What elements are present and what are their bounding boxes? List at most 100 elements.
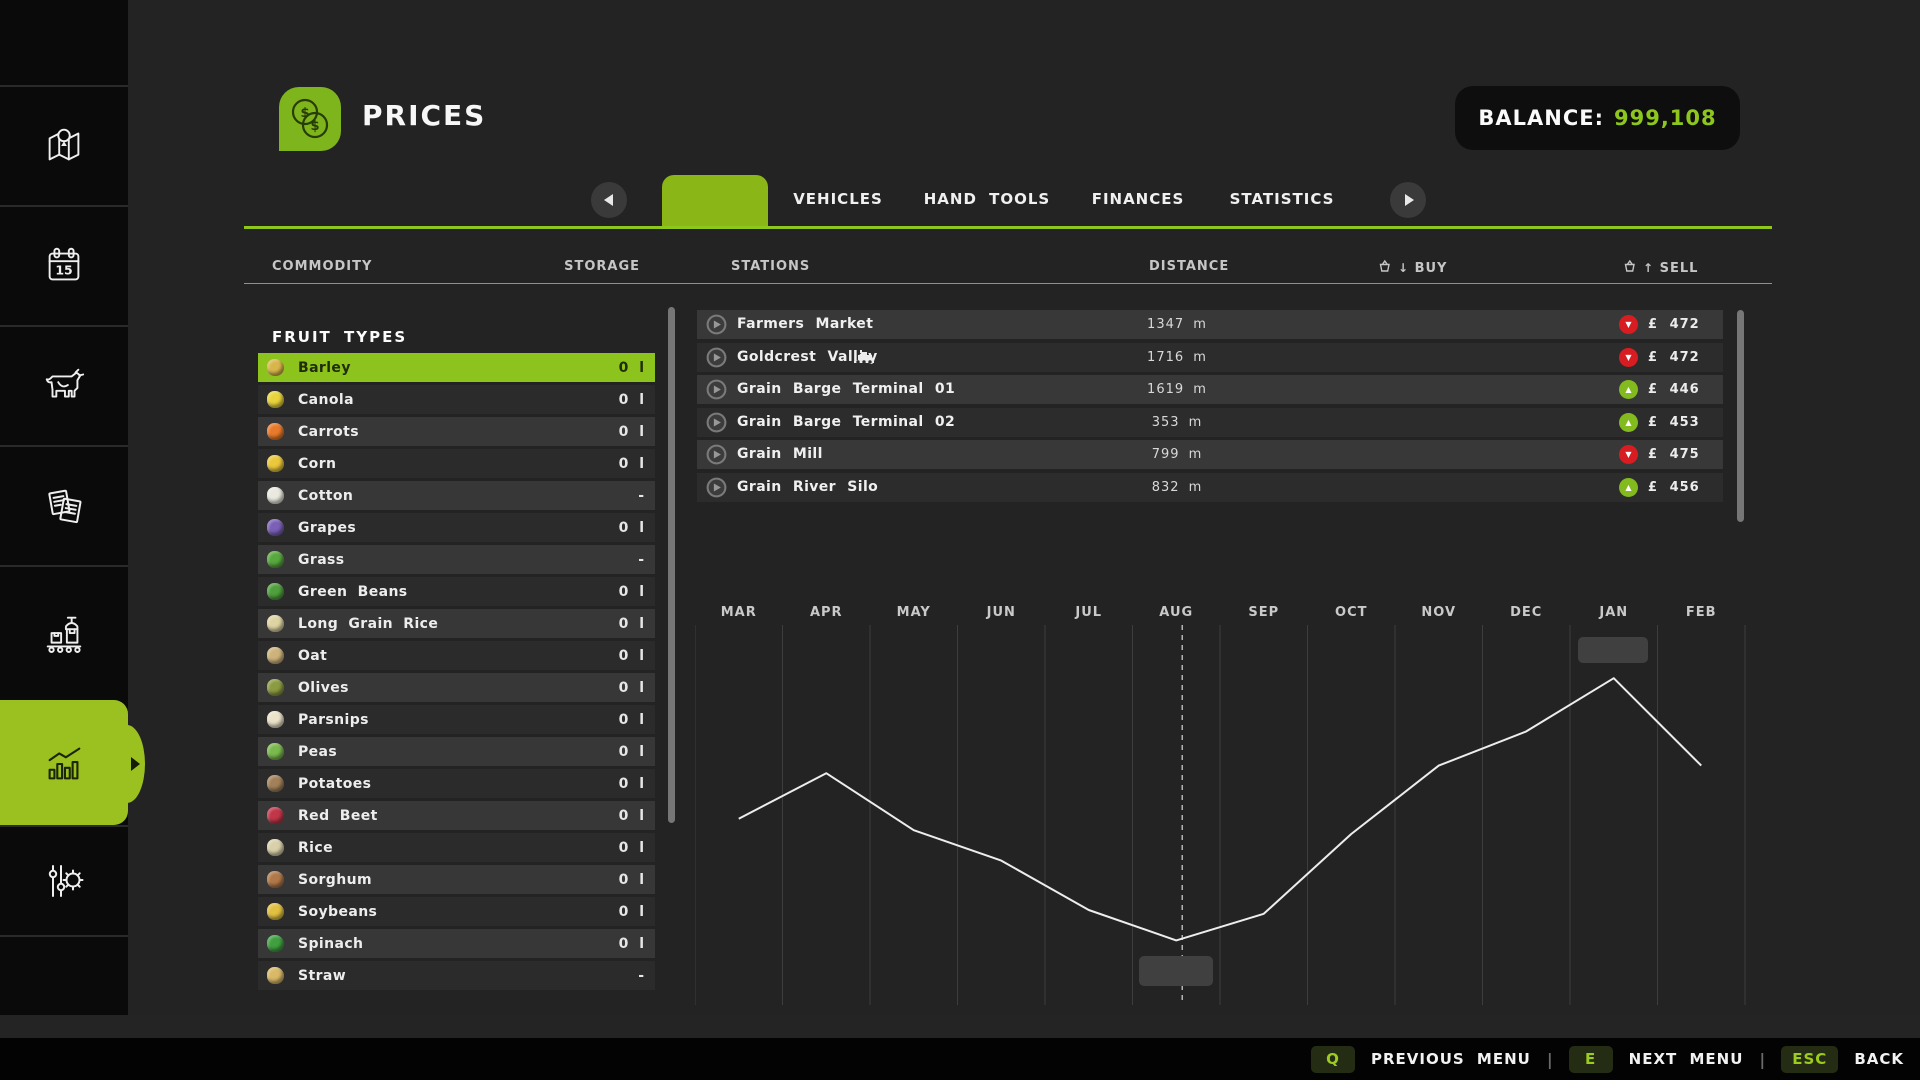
tab-next-button[interactable]	[1390, 182, 1426, 218]
fruit-row-barley[interactable]: Barley 0 l	[258, 353, 655, 382]
month-label: DEC	[1510, 605, 1542, 620]
hotspot-icon[interactable]	[705, 476, 728, 503]
station-distance: 1619 m	[1147, 382, 1207, 397]
hint-separator: |	[1759, 1049, 1766, 1069]
fruit-row-soybeans[interactable]: Soybeans 0 l	[258, 897, 655, 926]
fruit-row-grass[interactable]: Grass -	[258, 545, 655, 574]
hint-previous-menu[interactable]: Q PREVIOUS MENU	[1310, 1045, 1531, 1073]
tab-prices-active[interactable]	[662, 175, 768, 228]
tab-vehicles[interactable]: VEHICLES	[793, 190, 883, 208]
tab-finances[interactable]: FINANCES	[1092, 190, 1185, 208]
station-sell-price: £ 453	[1648, 414, 1700, 430]
fruit-row-grapes[interactable]: Grapes 0 l	[258, 513, 655, 542]
fruit-name: Soybeans	[298, 903, 378, 920]
fruit-icon	[267, 647, 284, 664]
month-label: NOV	[1421, 605, 1456, 620]
fruit-storage-amount: 0 l	[618, 679, 645, 696]
price-trend-down-icon: ▼	[1619, 347, 1638, 367]
fruit-row-green-beans[interactable]: Green Beans 0 l	[258, 577, 655, 606]
sidebar-item-contracts[interactable]	[0, 445, 128, 565]
hotspot-icon[interactable]	[705, 443, 728, 470]
station-row-grain-river-silo[interactable]: Grain River Silo 832 m ▲ £ 456	[697, 472, 1723, 503]
fruit-row-rice[interactable]: Rice 0 l	[258, 833, 655, 862]
buy-arrow-down-icon: ↓	[1398, 261, 1410, 275]
contracts-icon	[40, 482, 88, 530]
production-icon	[40, 611, 88, 657]
footer-strip	[0, 1015, 1920, 1038]
active-item-arrow-icon	[131, 756, 140, 771]
fruit-row-peas[interactable]: Peas 0 l	[258, 737, 655, 766]
fruit-row-spinach[interactable]: Spinach 0 l	[258, 929, 655, 958]
fruit-row-straw[interactable]: Straw -	[258, 961, 655, 990]
station-row-grain-barge-terminal-01[interactable]: Grain Barge Terminal 01 1619 m ▲ £ 446	[697, 375, 1723, 404]
sidebar-item-animals[interactable]	[0, 325, 128, 445]
fruit-row-canola[interactable]: Canola 0 l	[258, 385, 655, 414]
fruit-icon	[267, 871, 284, 888]
fruit-row-cotton[interactable]: Cotton -	[258, 481, 655, 510]
sidebar-item-settings[interactable]	[0, 825, 128, 935]
station-sell-price: £ 472	[1648, 349, 1700, 365]
hotspot-icon[interactable]	[705, 411, 728, 438]
fruit-name: Olives	[298, 679, 349, 696]
fruit-row-long-grain-rice[interactable]: Long Grain Rice 0 l	[258, 609, 655, 638]
hint-label: PREVIOUS MENU	[1370, 1050, 1531, 1068]
fruit-storage-amount: 0 l	[618, 647, 645, 664]
calendar-icon: 15	[41, 243, 87, 289]
fruit-storage-amount: -	[638, 551, 645, 568]
sidebar-item-production[interactable]	[0, 565, 128, 700]
fruit-storage-amount: -	[638, 967, 645, 984]
fruit-name: Grapes	[298, 519, 357, 536]
fruit-name: Carrots	[298, 423, 359, 440]
column-header-stations: STATIONS	[731, 259, 811, 274]
sell-basket-icon	[1624, 259, 1635, 272]
fruit-row-parsnips[interactable]: Parsnips 0 l	[258, 705, 655, 734]
fruit-name: Straw	[298, 967, 347, 984]
station-row-goldcrest-valley[interactable]: Goldcrest Valley 1716 m ▼ £ 472	[697, 342, 1723, 373]
fruit-row-potatoes[interactable]: Potatoes 0 l	[258, 769, 655, 798]
fruit-storage-amount: 0 l	[618, 871, 645, 888]
fruit-row-olives[interactable]: Olives 0 l	[258, 673, 655, 702]
sidebar-spacer	[0, 935, 128, 1015]
tab-statistics[interactable]: STATISTICS	[1230, 190, 1335, 208]
hotspot-icon[interactable]	[705, 378, 728, 405]
fruit-storage-amount: 0 l	[618, 903, 645, 920]
price-trend-down-icon: ▼	[1619, 445, 1638, 464]
fruit-name: Long Grain Rice	[298, 615, 439, 632]
hint-label: NEXT MENU	[1628, 1050, 1744, 1068]
fruit-storage-amount: -	[638, 487, 645, 504]
tab-previous-button[interactable]	[591, 182, 627, 218]
fruit-row-oat[interactable]: Oat 0 l	[258, 641, 655, 670]
station-distance: 799 m	[1151, 447, 1203, 462]
station-row-farmers-market[interactable]: Farmers Market 1347 m ▼ £ 472	[697, 310, 1723, 339]
hotspot-icon[interactable]	[705, 313, 728, 340]
sidebar-item-map[interactable]	[0, 85, 128, 205]
fruit-row-red-beet[interactable]: Red Beet 0 l	[258, 801, 655, 830]
chevron-right-icon	[1404, 194, 1414, 206]
tab-hand-tools[interactable]: HAND TOOLS	[924, 190, 1051, 208]
sidebar-item-prices[interactable]	[0, 700, 145, 825]
stations-scrollbar[interactable]	[1737, 310, 1744, 522]
month-label: MAY	[897, 605, 931, 620]
hint-back[interactable]: ESC BACK	[1781, 1045, 1904, 1073]
fruit-icon	[267, 615, 284, 632]
month-label: APR	[810, 605, 843, 620]
price-trend-down-icon: ▼	[1619, 315, 1638, 334]
fruit-icon	[267, 359, 284, 376]
station-row-grain-barge-terminal-02[interactable]: Grain Barge Terminal 02 353 m ▲ £ 453	[697, 407, 1723, 438]
fruit-row-sorghum[interactable]: Sorghum 0 l	[258, 865, 655, 894]
sidebar: 15	[0, 0, 145, 1015]
fruit-icon	[267, 967, 284, 984]
hotspot-icon[interactable]	[705, 346, 728, 373]
fruit-storage-amount: 0 l	[618, 519, 645, 536]
fruit-row-carrots[interactable]: Carrots 0 l	[258, 417, 655, 446]
sidebar-item-calendar[interactable]: 15	[0, 205, 128, 325]
station-sell-price: £ 475	[1648, 447, 1700, 462]
chevron-left-icon	[603, 194, 613, 206]
fruit-list-scrollbar[interactable]	[668, 307, 675, 823]
station-row-grain-mill[interactable]: Grain Mill 799 m ▼ £ 475	[697, 440, 1723, 469]
hint-next-menu[interactable]: E NEXT MENU	[1568, 1045, 1744, 1073]
column-header-sell: ↑ SELL	[1623, 259, 1698, 276]
hint-separator: |	[1546, 1049, 1553, 1069]
sell-arrow-up-icon: ↑	[1643, 261, 1655, 275]
fruit-row-corn[interactable]: Corn 0 l	[258, 449, 655, 478]
